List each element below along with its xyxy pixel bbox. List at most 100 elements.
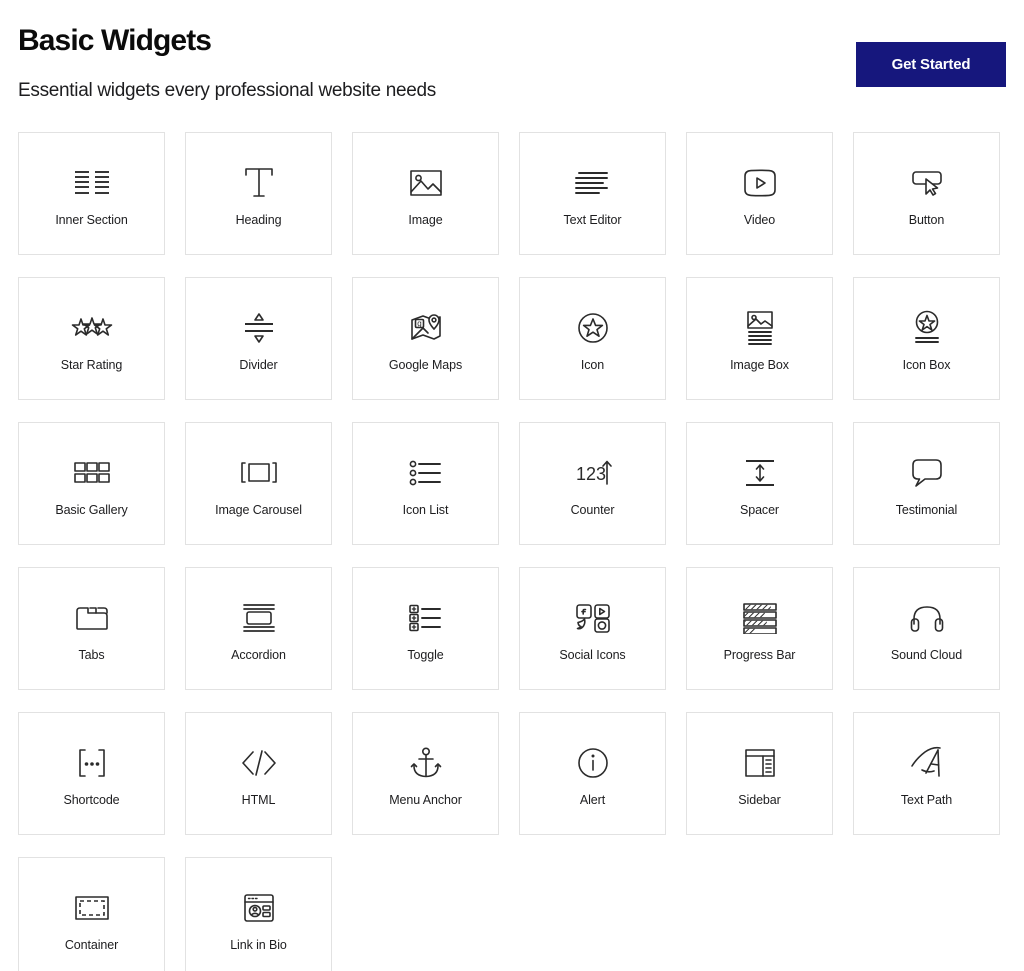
text-path-icon — [908, 741, 946, 785]
button-icon — [908, 161, 946, 205]
sidebar-icon — [743, 741, 777, 785]
widget-card[interactable]: Text Path — [853, 712, 1000, 835]
progress-bar-icon — [741, 596, 779, 640]
widget-card[interactable]: Sound Cloud — [853, 567, 1000, 690]
toggle-icon — [407, 596, 445, 640]
widget-card[interactable]: Menu Anchor — [352, 712, 499, 835]
menu-anchor-icon — [409, 741, 443, 785]
video-icon — [741, 161, 779, 205]
widget-label: Link in Bio — [230, 937, 287, 952]
widget-label: Icon — [580, 357, 605, 372]
widget-label: Video — [743, 212, 776, 227]
widget-label: Basic Gallery — [55, 502, 128, 517]
widget-card[interactable]: Progress Bar — [686, 567, 833, 690]
widget-card[interactable]: Icon — [519, 277, 666, 400]
widget-card[interactable]: Tabs — [18, 567, 165, 690]
widget-label: Text Path — [900, 792, 953, 807]
widget-label: Heading — [235, 212, 282, 227]
widget-label: Image Carousel — [215, 502, 302, 517]
widget-label: Star Rating — [60, 357, 123, 372]
widget-card[interactable]: Spacer — [686, 422, 833, 545]
alert-icon — [576, 741, 610, 785]
widget-card[interactable]: Video — [686, 132, 833, 255]
widget-label: Menu Anchor — [389, 792, 462, 807]
widget-label: Toggle — [407, 647, 444, 662]
widget-card[interactable]: Icon List — [352, 422, 499, 545]
widget-label: Sound Cloud — [890, 647, 963, 662]
tabs-icon — [74, 596, 110, 640]
widget-card[interactable]: Accordion — [185, 567, 332, 690]
shortcode-icon — [72, 741, 112, 785]
widget-card[interactable]: Text Editor — [519, 132, 666, 255]
widget-label: Alert — [579, 792, 606, 807]
widget-card[interactable]: Divider — [185, 277, 332, 400]
widget-label: Progress Bar — [723, 647, 796, 662]
widget-card[interactable]: Image — [352, 132, 499, 255]
widget-label: Testimonial — [895, 502, 958, 517]
widget-card[interactable]: Social Icons — [519, 567, 666, 690]
widget-card[interactable]: Basic Gallery — [18, 422, 165, 545]
widget-label: Counter — [570, 502, 615, 517]
widget-card[interactable]: HTML — [185, 712, 332, 835]
star-rating-icon — [70, 306, 114, 350]
widget-label: Inner Section — [55, 212, 128, 227]
widget-card[interactable]: Star Rating — [18, 277, 165, 400]
divider-icon — [242, 306, 276, 350]
widget-card[interactable]: Shortcode — [18, 712, 165, 835]
widget-card[interactable]: Sidebar — [686, 712, 833, 835]
widget-card[interactable]: 123 Counter — [519, 422, 666, 545]
widget-card[interactable]: Button — [853, 132, 1000, 255]
widget-grid: Inner Section Heading Image Text Editor … — [18, 132, 1006, 971]
widget-label: Accordion — [231, 647, 286, 662]
basic-gallery-icon — [72, 451, 112, 495]
widget-card[interactable]: Image Box — [686, 277, 833, 400]
html-icon — [240, 741, 278, 785]
widget-label: Tabs — [78, 647, 105, 662]
widget-label: Shortcode — [63, 792, 120, 807]
get-started-button[interactable]: Get Started — [856, 42, 1006, 87]
widget-label: Image Box — [730, 357, 789, 372]
widget-label: Icon Box — [902, 357, 951, 372]
link-in-bio-icon — [242, 886, 276, 930]
widget-card[interactable]: Alert — [519, 712, 666, 835]
widget-label: Text Editor — [563, 212, 622, 227]
social-icons-icon — [575, 596, 611, 640]
icon-box-icon — [910, 306, 944, 350]
widget-card[interactable]: g Google Maps — [352, 277, 499, 400]
widget-label: Divider — [239, 357, 278, 372]
widget-label: Sidebar — [738, 792, 781, 807]
svg-text:g: g — [417, 319, 421, 328]
widgets-page: Basic Widgets Essential widgets every pr… — [0, 0, 1024, 971]
page-header: Basic Widgets Essential widgets every pr… — [18, 0, 1006, 130]
svg-text:123: 123 — [576, 464, 606, 484]
icon-list-icon — [407, 451, 445, 495]
widget-label: Icon List — [402, 502, 449, 517]
widget-card[interactable]: Heading — [185, 132, 332, 255]
widget-card[interactable]: Image Carousel — [185, 422, 332, 545]
widget-label: Button — [908, 212, 945, 227]
widget-label: Google Maps — [388, 357, 463, 372]
widget-card[interactable]: Inner Section — [18, 132, 165, 255]
spacer-icon — [743, 451, 777, 495]
container-icon — [73, 886, 111, 930]
widget-card[interactable]: Container — [18, 857, 165, 971]
testimonial-icon — [909, 451, 945, 495]
widget-card[interactable]: Link in Bio — [185, 857, 332, 971]
widget-card[interactable]: Toggle — [352, 567, 499, 690]
widget-card[interactable]: Icon Box — [853, 277, 1000, 400]
widget-label: Image — [408, 212, 443, 227]
image-carousel-icon — [237, 451, 281, 495]
accordion-icon — [240, 596, 278, 640]
counter-icon: 123 — [573, 451, 613, 495]
widget-card[interactable]: Testimonial — [853, 422, 1000, 545]
text-editor-icon — [573, 161, 613, 205]
widget-label: Social Icons — [559, 647, 626, 662]
widget-label: HTML — [241, 792, 276, 807]
widget-label: Spacer — [739, 502, 779, 517]
sound-cloud-icon — [909, 596, 945, 640]
icon-star-circle-icon — [576, 306, 610, 350]
image-box-icon — [742, 306, 778, 350]
image-icon — [408, 161, 444, 205]
widget-label: Container — [64, 937, 119, 952]
google-maps-icon: g — [408, 306, 444, 350]
